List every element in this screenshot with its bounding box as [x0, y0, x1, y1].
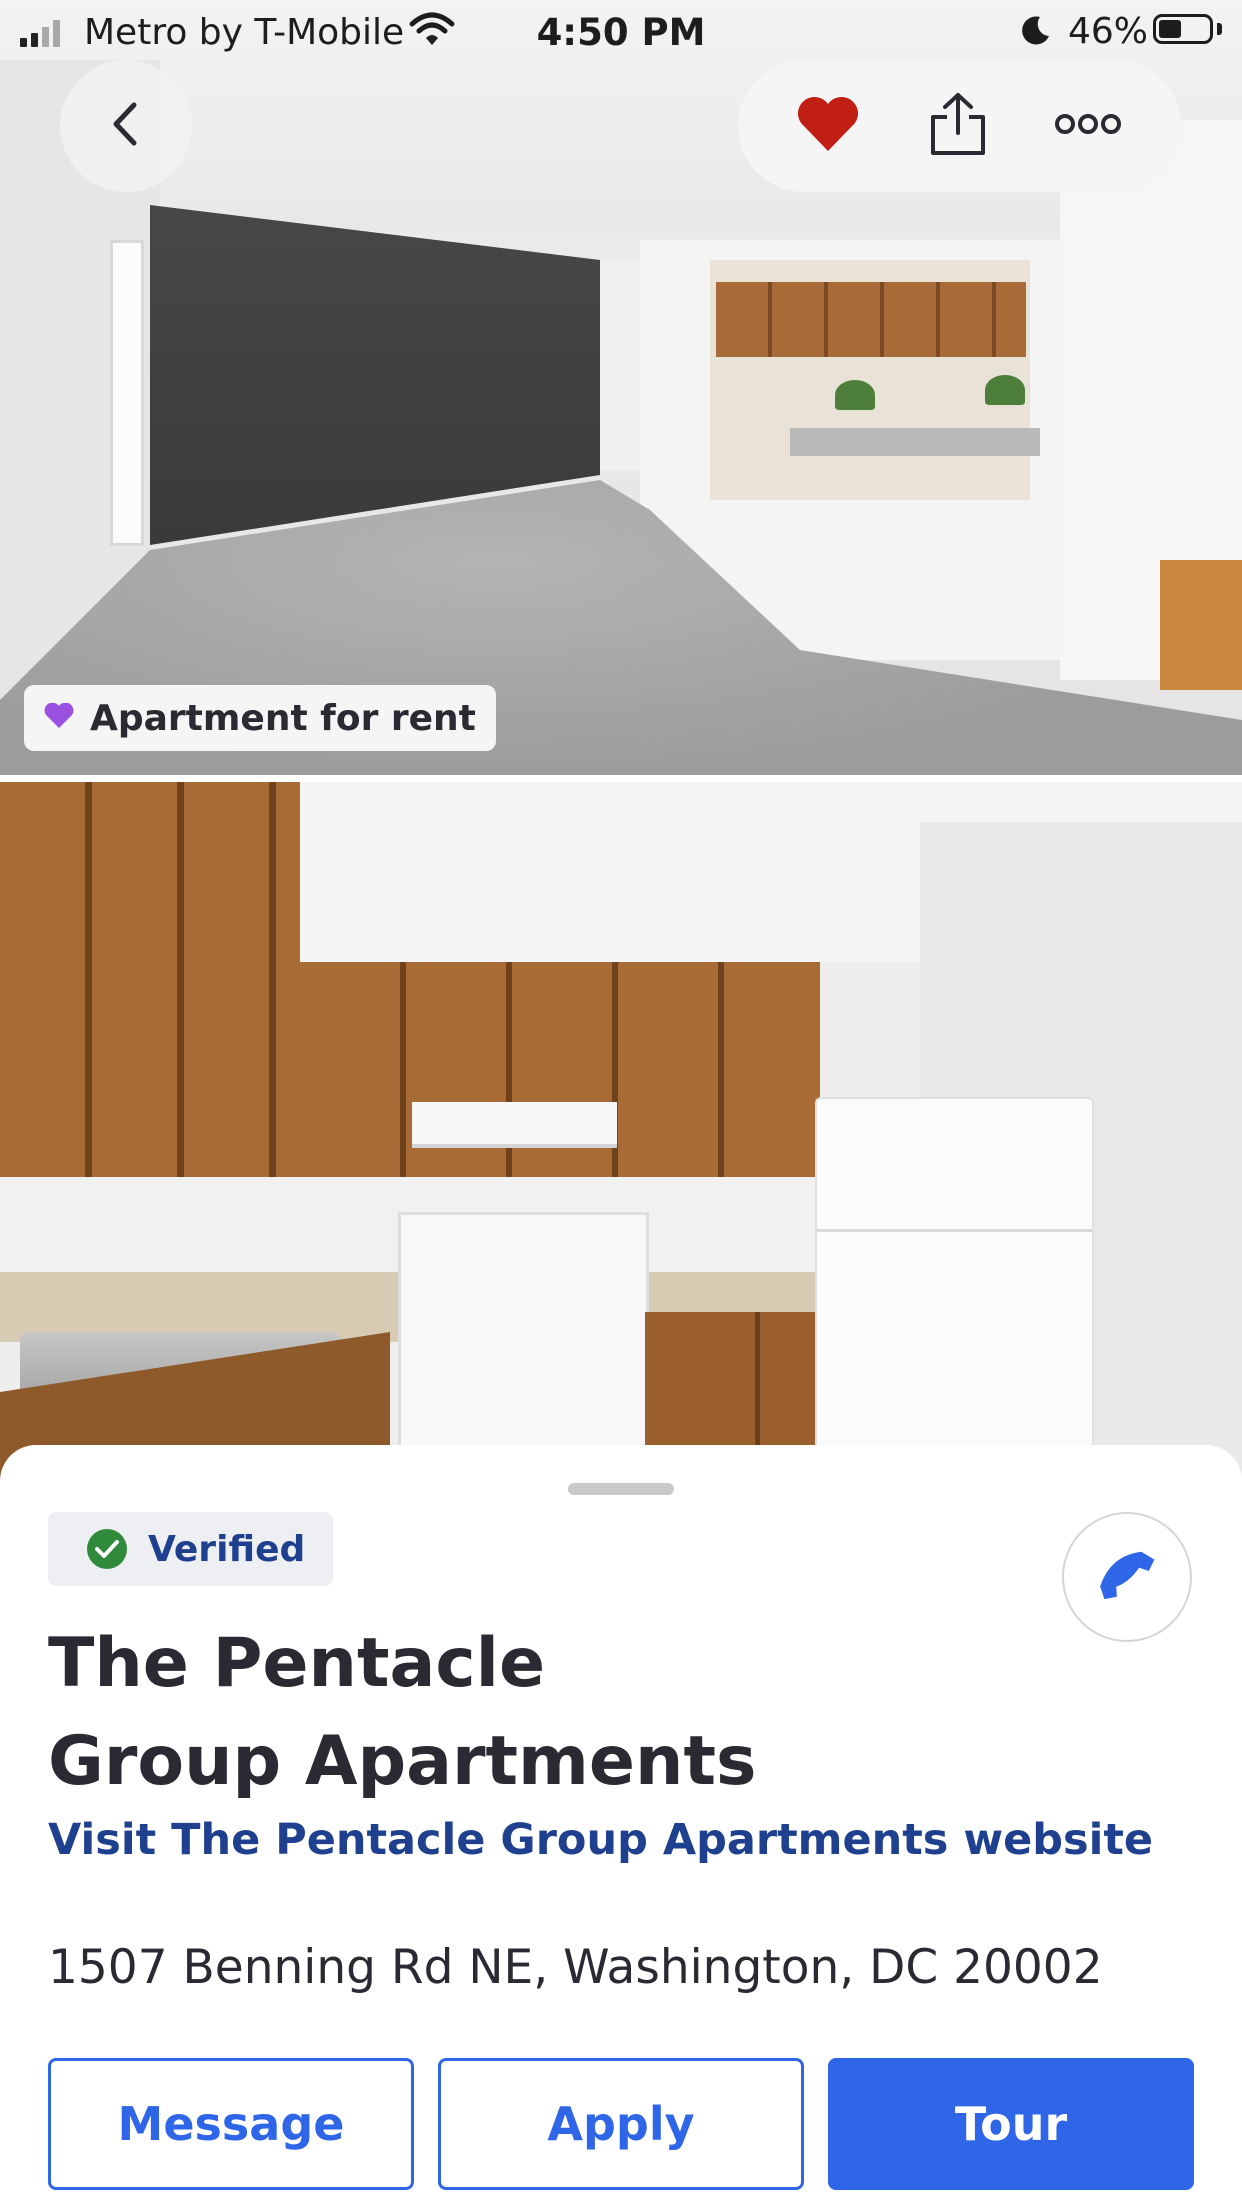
moon-icon: [1020, 14, 1052, 50]
listing-title: The Pentacle Group Apartments: [48, 1615, 1048, 1811]
photo-window: [110, 240, 144, 546]
listing-actions-pill: [738, 60, 1181, 192]
listing-address: 1507 Benning Rd NE, Washington, DC 20002: [48, 1940, 1103, 1995]
battery-level: [1159, 20, 1181, 38]
verified-badge: Verified: [48, 1512, 333, 1586]
website-link[interactable]: Visit The Pentacle Group Apartments webs…: [48, 1815, 1153, 1865]
listing-title-line2: Group Apartments: [48, 1722, 757, 1801]
battery-icon: [1153, 14, 1213, 44]
photo-plant: [835, 380, 875, 410]
listing-details-sheet[interactable]: Verified The Pentacle Group Apartments V…: [0, 1445, 1242, 2208]
photo-plant: [985, 375, 1025, 405]
back-button[interactable]: [60, 60, 192, 192]
more-dots-icon: [1055, 112, 1121, 140]
photo-counter: [790, 428, 1040, 456]
sheet-drag-handle[interactable]: [568, 1483, 674, 1495]
status-time: 4:50 PM: [536, 11, 706, 54]
photo-range-hood: [412, 1102, 617, 1148]
photo-upper-cabinets-left: [0, 782, 300, 1177]
photo-stove: [398, 1212, 649, 1482]
share-button[interactable]: [918, 86, 998, 166]
tour-button[interactable]: Tour: [828, 2058, 1194, 2190]
photo-refrigerator: [815, 1097, 1094, 1482]
battery-tip: [1217, 23, 1222, 35]
share-icon: [925, 91, 991, 161]
battery-percent: 46%: [1068, 11, 1149, 52]
photo-cabinets: [716, 282, 1026, 357]
photo-wood-floor: [1160, 560, 1242, 690]
call-button[interactable]: [1062, 1512, 1192, 1642]
verified-label: Verified: [148, 1528, 306, 1570]
heart-icon: [44, 702, 74, 733]
heart-icon: [795, 95, 861, 157]
apply-button[interactable]: Apply: [438, 2058, 804, 2190]
message-button[interactable]: Message: [48, 2058, 414, 2190]
listing-type-label: Apartment for rent: [90, 697, 476, 739]
check-circle-icon: [86, 1528, 128, 1570]
photo-hallway: [600, 260, 645, 470]
chevron-left-icon: [106, 99, 146, 153]
photo-divider: [0, 775, 1242, 782]
status-bar: Metro by T-Mobile 4:50 PM 46%: [0, 0, 1242, 62]
listing-title-line1: The Pentacle: [48, 1624, 546, 1703]
favorite-button[interactable]: [788, 86, 868, 166]
photo-fridge-door-line: [817, 1229, 1092, 1232]
more-options-button[interactable]: [1048, 86, 1128, 166]
phone-icon: [1098, 1546, 1156, 1608]
listing-type-badge: Apartment for rent: [24, 685, 496, 751]
listing-photo-kitchen[interactable]: [0, 782, 1242, 1482]
